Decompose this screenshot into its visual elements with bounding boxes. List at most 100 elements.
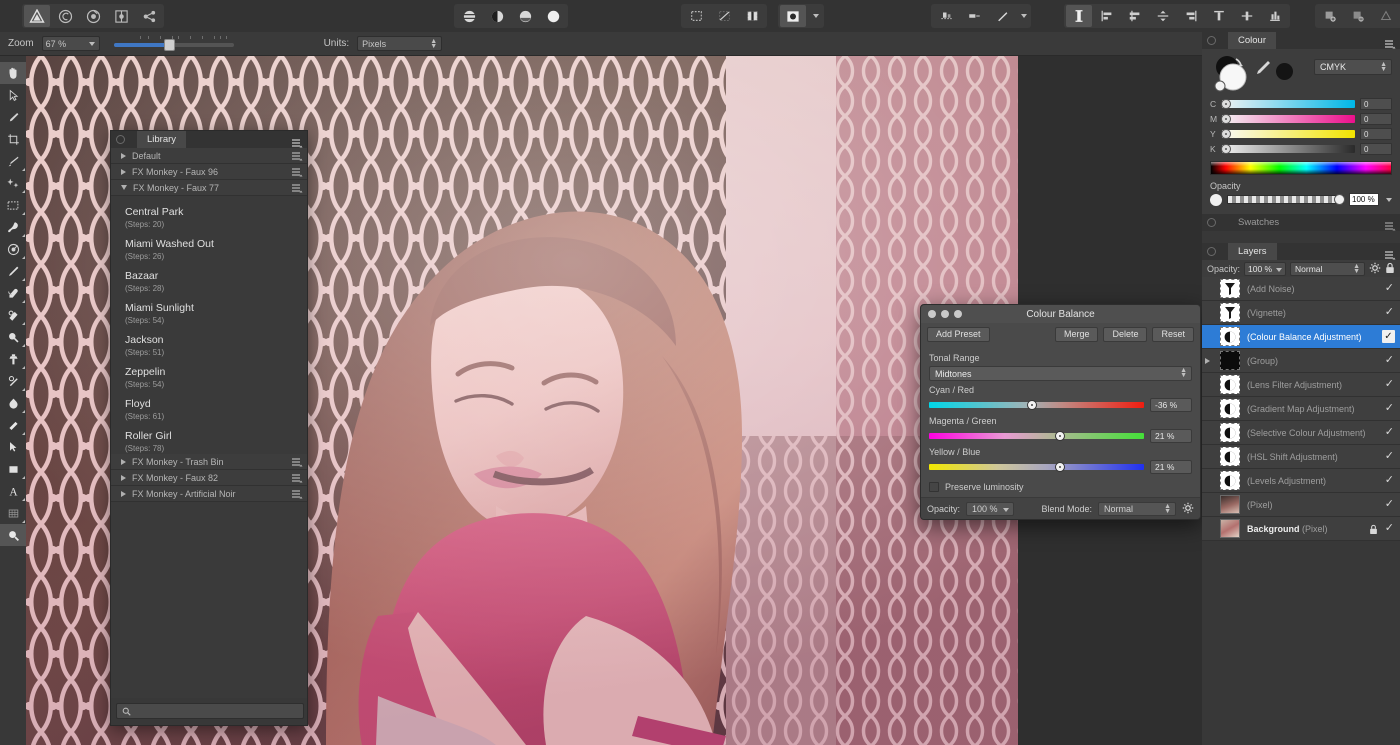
layer-visibility-checkmark[interactable]: ✓ bbox=[1385, 427, 1394, 438]
after-icon[interactable] bbox=[540, 5, 566, 27]
slider-handle[interactable] bbox=[1027, 400, 1037, 410]
dialog-titlebar[interactable]: Colour Balance bbox=[921, 305, 1200, 323]
align-top-icon[interactable] bbox=[1150, 5, 1176, 27]
table-row[interactable]: (Add Noise) ✓ bbox=[1202, 277, 1400, 301]
layer-visibility-checkmark[interactable]: ✓ bbox=[1385, 403, 1394, 414]
view-hand-tool[interactable] bbox=[0, 62, 26, 84]
category-menu-icon[interactable] bbox=[292, 458, 303, 469]
list-item[interactable]: Bazaar (Steps: 28) bbox=[111, 266, 307, 298]
split-view-icon[interactable] bbox=[456, 5, 482, 27]
zoom-tool[interactable] bbox=[0, 524, 26, 546]
blemish-removal-tool[interactable] bbox=[0, 370, 26, 392]
distribute-horizontal-icon[interactable] bbox=[1234, 5, 1260, 27]
text-insert-icon[interactable] bbox=[1066, 5, 1092, 27]
zoom-value-combobox[interactable]: 67 % bbox=[42, 36, 100, 51]
background-erase-tool[interactable] bbox=[0, 304, 26, 326]
slider-handle[interactable] bbox=[1055, 462, 1065, 472]
table-row[interactable]: (HSL Shift Adjustment) ✓ bbox=[1202, 445, 1400, 469]
swatches-menu-icon[interactable] bbox=[1385, 218, 1396, 236]
erase-brush-tool[interactable] bbox=[0, 282, 26, 304]
channel-value-k[interactable]: 0 bbox=[1360, 143, 1392, 155]
gradient-tool[interactable] bbox=[0, 414, 26, 436]
tonal-range-select[interactable]: Midtones ▲▼ bbox=[929, 366, 1192, 381]
photo-persona-icon[interactable] bbox=[24, 5, 50, 27]
table-row[interactable]: (Levels Adjustment) ✓ bbox=[1202, 469, 1400, 493]
list-item[interactable]: Zeppelin (Steps: 54) bbox=[111, 362, 307, 394]
table-row[interactable]: (Pixel) ✓ bbox=[1202, 493, 1400, 517]
preserve-luminosity-checkbox[interactable] bbox=[929, 482, 939, 492]
layers-opacity-value[interactable]: 100 % bbox=[1244, 262, 1286, 276]
yellow-blue-value[interactable]: 21 % bbox=[1150, 460, 1192, 474]
table-row[interactable]: (Group) ✓ bbox=[1202, 349, 1400, 373]
grid-icon[interactable] bbox=[961, 5, 987, 27]
slider-handle[interactable] bbox=[1221, 144, 1231, 154]
panel-collapse-icon[interactable] bbox=[1207, 218, 1216, 227]
layer-settings-gear-icon[interactable] bbox=[1369, 262, 1381, 276]
distribute-chart-icon[interactable] bbox=[1262, 5, 1288, 27]
colour-mode-select[interactable]: CMYK ▲▼ bbox=[1314, 59, 1392, 75]
category-menu-icon[interactable] bbox=[292, 152, 303, 163]
table-row[interactable]: (Selective Colour Adjustment) ✓ bbox=[1202, 421, 1400, 445]
layers-menu-icon[interactable] bbox=[1385, 247, 1396, 265]
dodge-brush-tool[interactable] bbox=[0, 326, 26, 348]
colour-picker-icon[interactable] bbox=[1254, 59, 1272, 77]
channel-value-m[interactable]: 0 bbox=[1360, 113, 1392, 125]
zoom-slider-handle[interactable] bbox=[164, 39, 175, 51]
rectangle-tool[interactable] bbox=[0, 458, 26, 480]
merge-button[interactable]: Merge bbox=[1055, 327, 1099, 342]
colour-opacity-value[interactable]: 100 % bbox=[1349, 193, 1379, 206]
export-persona-icon[interactable] bbox=[136, 5, 162, 27]
preset-list[interactable]: Central Park (Steps: 20) Miami Washed Ou… bbox=[111, 196, 307, 454]
add-object-icon[interactable] bbox=[1317, 5, 1343, 27]
align-left-icon[interactable] bbox=[1094, 5, 1120, 27]
channel-slider-m[interactable] bbox=[1222, 115, 1355, 123]
list-item[interactable]: Miami Sunlight (Steps: 54) bbox=[111, 298, 307, 330]
zoom-slider[interactable] bbox=[114, 36, 234, 52]
add-preset-button[interactable]: Add Preset bbox=[927, 327, 990, 342]
develop-persona-icon[interactable] bbox=[80, 5, 106, 27]
slider-handle[interactable] bbox=[1055, 431, 1065, 441]
preview-mask-icon[interactable] bbox=[739, 5, 765, 27]
warning-icon[interactable] bbox=[1373, 5, 1399, 27]
cyan-red-value[interactable]: -36 % bbox=[1150, 398, 1192, 412]
list-item[interactable]: Central Park (Steps: 20) bbox=[111, 202, 307, 234]
library-category-faux-96[interactable]: FX Monkey - Faux 96 bbox=[111, 164, 307, 180]
pixel-tool[interactable] bbox=[0, 260, 26, 282]
colour-replacement-tool[interactable] bbox=[0, 238, 26, 260]
align-vertical-top-icon[interactable] bbox=[1206, 5, 1232, 27]
marquee-dashed-icon[interactable] bbox=[683, 5, 709, 27]
window-controls[interactable] bbox=[928, 310, 962, 318]
table-row[interactable]: (Colour Balance Adjustment) ✓ bbox=[1202, 325, 1400, 349]
smudge-brush-tool[interactable] bbox=[0, 392, 26, 414]
magenta-green-slider[interactable] bbox=[929, 431, 1144, 441]
list-item[interactable]: Floyd (Steps: 61) bbox=[111, 394, 307, 426]
colour-picker-tool[interactable] bbox=[0, 106, 26, 128]
magenta-green-value[interactable]: 21 % bbox=[1150, 429, 1192, 443]
slider-handle[interactable] bbox=[1221, 99, 1231, 109]
slider-handle[interactable] bbox=[1221, 129, 1231, 139]
slider-handle[interactable] bbox=[1221, 114, 1231, 124]
before-after-icon[interactable] bbox=[512, 5, 538, 27]
layer-visibility-checkmark[interactable]: ✓ bbox=[1385, 283, 1394, 294]
yellow-blue-slider[interactable] bbox=[929, 462, 1144, 472]
layer-visibility-checkmark[interactable]: ✓ bbox=[1385, 307, 1394, 318]
mesh-warp-tool[interactable] bbox=[0, 502, 26, 524]
tone-mapping-persona-icon[interactable] bbox=[108, 5, 134, 27]
panel-collapse-icon[interactable] bbox=[1207, 36, 1216, 45]
library-category-artificial-noir[interactable]: FX Monkey - Artificial Noir bbox=[111, 486, 307, 502]
subtract-object-icon[interactable] bbox=[1345, 5, 1371, 27]
delete-button[interactable]: Delete bbox=[1103, 327, 1147, 342]
flood-select-tool[interactable] bbox=[0, 172, 26, 194]
artistic-text-tool[interactable]: A bbox=[0, 480, 26, 502]
tab-layers[interactable]: Layers bbox=[1228, 243, 1277, 260]
layer-visibility-checkmark[interactable]: ✓ bbox=[1385, 499, 1394, 510]
mirror-view-icon[interactable] bbox=[484, 5, 510, 27]
layer-visibility-checkmark[interactable]: ✓ bbox=[1385, 475, 1394, 486]
channel-value-y[interactable]: 0 bbox=[1360, 128, 1392, 140]
channel-value-c[interactable]: 0 bbox=[1360, 98, 1392, 110]
category-menu-icon[interactable] bbox=[292, 474, 303, 485]
colour-spectrum-strip[interactable] bbox=[1210, 161, 1392, 175]
table-row[interactable]: (Gradient Map Adjustment) ✓ bbox=[1202, 397, 1400, 421]
table-row[interactable]: (Lens Filter Adjustment) ✓ bbox=[1202, 373, 1400, 397]
cyan-red-slider[interactable] bbox=[929, 400, 1144, 410]
